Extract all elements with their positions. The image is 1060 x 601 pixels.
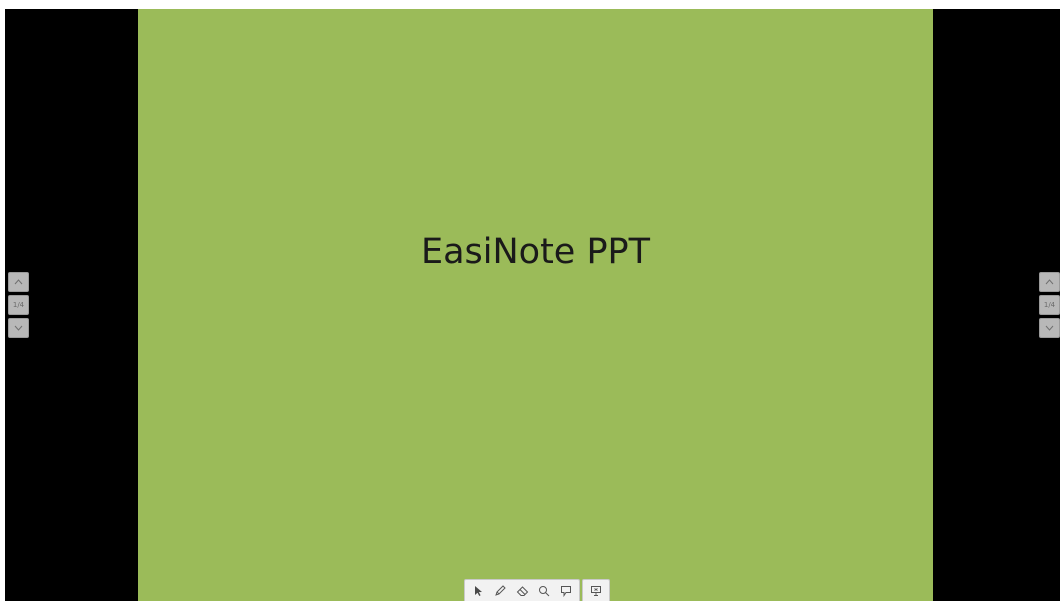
- pen-tool-button[interactable]: [491, 582, 509, 600]
- search-icon: [539, 585, 550, 596]
- left-page-navigator: 1/4: [8, 272, 29, 338]
- page-indicator: 1/4: [1039, 295, 1060, 315]
- comment-icon: [561, 585, 571, 597]
- annotation-tools: [464, 579, 580, 601]
- slide-canvas: EasiNote PPT: [138, 9, 933, 601]
- previous-page-button[interactable]: [1039, 272, 1060, 292]
- end-slideshow-button[interactable]: [587, 582, 605, 600]
- select-tool-button[interactable]: [469, 582, 487, 600]
- chevron-up-icon: [14, 279, 23, 285]
- end-slideshow-icon: [591, 585, 601, 596]
- eraser-icon: [516, 585, 528, 596]
- chevron-down-icon: [14, 325, 23, 331]
- slideshow-toolbar: [464, 579, 610, 601]
- comment-tool-button[interactable]: [557, 582, 575, 600]
- chevron-down-icon: [1045, 325, 1054, 331]
- right-page-navigator: 1/4: [1039, 272, 1060, 338]
- next-page-button[interactable]: [8, 318, 29, 338]
- zoom-tool-button[interactable]: [535, 582, 553, 600]
- chevron-up-icon: [1045, 279, 1054, 285]
- select-arrow-icon: [475, 585, 482, 596]
- page-indicator: 1/4: [8, 295, 29, 315]
- previous-page-button[interactable]: [8, 272, 29, 292]
- next-page-button[interactable]: [1039, 318, 1060, 338]
- slideshow-screen: EasiNote PPT 1/4 1/4: [5, 9, 1060, 601]
- slide-title: EasiNote PPT: [420, 232, 651, 272]
- end-show-group: [582, 579, 610, 601]
- eraser-tool-button[interactable]: [513, 582, 531, 600]
- pen-icon: [495, 584, 506, 596]
